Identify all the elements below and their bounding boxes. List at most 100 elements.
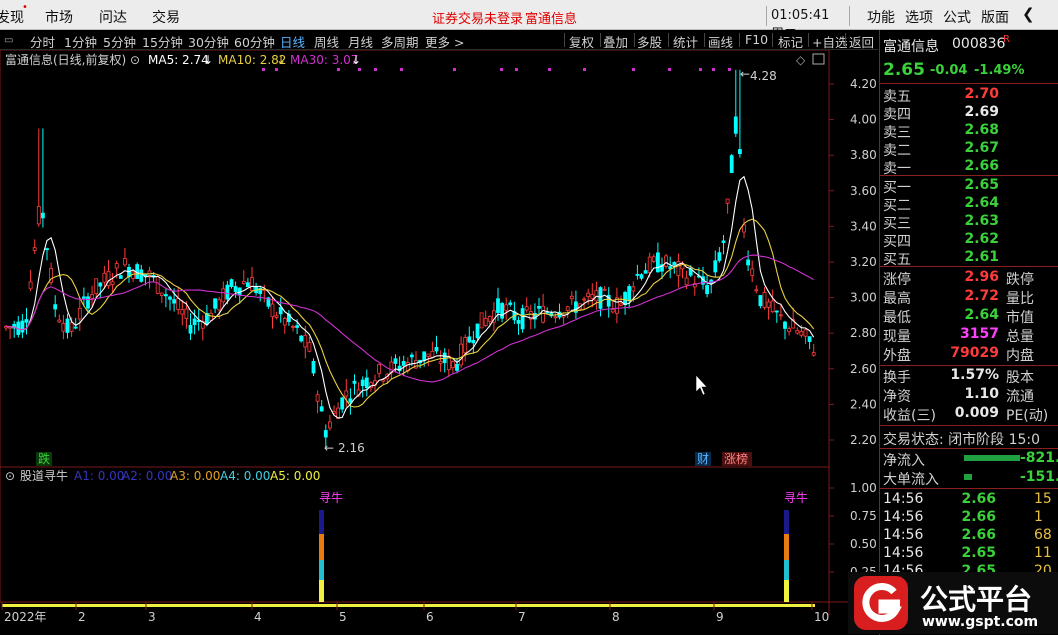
kline-chart[interactable]: 富通信息(日线,前复权) ⊙ MA5: 2.74 ↓ MA10: 2.82 ↓ … (0, 50, 878, 635)
menu-market[interactable]: 市场 (45, 7, 73, 27)
menu-wenda[interactable]: 问达 (99, 7, 127, 27)
menu-formula[interactable]: 公式 (943, 7, 971, 27)
min-arrow-icon: ← (324, 441, 334, 455)
tab-multi-period[interactable]: 多周期 (381, 32, 419, 51)
candle-body (217, 299, 222, 311)
candle-body (627, 286, 632, 302)
signal-dot (453, 68, 456, 71)
indicator-a5: A5: 0.00 (270, 469, 320, 483)
candle-body (455, 363, 459, 371)
ma30-label: MA30: 3.07 (290, 53, 358, 67)
candle-body (541, 305, 545, 323)
tab-15min[interactable]: 15分钟 (142, 32, 183, 51)
tick-price: 2.66 (961, 527, 996, 543)
candle-body (225, 284, 230, 300)
tool-mark[interactable]: 标记 (778, 32, 803, 51)
row-value: 3157 (960, 326, 999, 342)
tab-daily[interactable]: 日线 (280, 32, 305, 51)
candle-body (750, 268, 755, 276)
candle-body (656, 252, 660, 273)
row-label-2: 总量 (1006, 329, 1034, 345)
menu-function[interactable]: 功能 (867, 7, 895, 27)
menu-layout[interactable]: 版面 (981, 7, 1009, 27)
tick-price: 2.66 (961, 491, 996, 507)
tag-die[interactable]: 跌 (38, 451, 50, 466)
bid-row[interactable]: 买五 2.61 (880, 249, 1058, 268)
tag-cai[interactable]: 财 (697, 452, 709, 466)
ask-row[interactable]: 卖一 2.66 (880, 158, 1058, 177)
tab-weekly[interactable]: 周线 (314, 32, 339, 51)
tick-volume: 11 (1034, 545, 1052, 561)
divider (845, 33, 846, 47)
x-tick-label: 8 (612, 610, 620, 624)
tab-60min[interactable]: 60分钟 (234, 32, 275, 51)
candle-body (569, 295, 574, 300)
tick-time: 14:56 (883, 545, 924, 561)
tab-fenshi[interactable]: 分时 (30, 32, 55, 51)
row-value: 79029 (950, 345, 999, 361)
ask-row[interactable]: 卖五 2.70 (880, 86, 1058, 105)
tick-price: 2.65 (961, 545, 996, 561)
tool-f10[interactable]: F10 (745, 32, 768, 47)
candle-body (643, 270, 648, 274)
bid-row[interactable]: 买三 2.63 (880, 213, 1058, 232)
stock-notice[interactable]: 富通信息 (525, 8, 577, 27)
bid-row[interactable]: 买一 2.65 (880, 177, 1058, 196)
quote-row: 净资 1.10 流通 (880, 386, 1058, 405)
top-menu-bar: 发现 • 市场 问达 交易 证券交易未登录 富通信息 01:05:41 周二 功… (0, 0, 1058, 42)
row-label: 外盘 (883, 348, 911, 364)
bid-row[interactable]: 买四 2.62 (880, 231, 1058, 250)
menu-options[interactable]: 选项 (905, 7, 933, 27)
tool-back[interactable]: 返回 (849, 32, 874, 51)
indicator-baseline (2, 604, 815, 607)
tab-monthly[interactable]: 月线 (348, 32, 373, 51)
tool-draw[interactable]: 画线 (708, 32, 733, 51)
tool-multistock[interactable]: 多股 (637, 32, 662, 51)
tool-add-watchlist[interactable]: +自选 (812, 32, 847, 51)
ask-row[interactable]: 卖四 2.69 (880, 104, 1058, 123)
row-label: 最高 (883, 291, 911, 307)
tick-price: 2.66 (961, 509, 996, 525)
candle-body (348, 398, 353, 403)
tool-stats[interactable]: 统计 (673, 32, 698, 51)
x-tick-label: 10 (814, 610, 829, 624)
candle-body (57, 319, 62, 323)
back-arrow-icon[interactable]: ❮ (1022, 5, 1035, 23)
candle-body (647, 256, 652, 273)
candle-body (245, 282, 250, 288)
ask-row[interactable]: 卖二 2.67 (880, 140, 1058, 159)
collapse-icon[interactable]: ▭ (4, 35, 13, 46)
tick-time: 14:56 (883, 491, 924, 507)
x-tick-label: 2022年 (4, 610, 47, 624)
x-tick-label: 9 (716, 610, 724, 624)
candle-body (270, 303, 275, 318)
candle-body (250, 277, 254, 291)
candle-body (610, 309, 615, 313)
menu-discover[interactable]: 发现 (0, 7, 24, 27)
gspt-logo-icon (854, 576, 908, 630)
candle-body (803, 329, 808, 337)
signal-dot (358, 68, 361, 71)
tab-5min[interactable]: 5分钟 (103, 32, 136, 51)
candle-body (241, 281, 246, 284)
candle-body (340, 397, 345, 410)
ind-tick-label: 0.75 (850, 509, 877, 523)
ma-toggle-icon[interactable]: ⊙ (130, 53, 140, 67)
tab-1min[interactable]: 1分钟 (64, 32, 97, 51)
tool-overlay[interactable]: 叠加 (603, 32, 628, 51)
indicator-toggle-icon[interactable]: ⊙ (5, 469, 15, 483)
bid-row[interactable]: 买二 2.64 (880, 195, 1058, 214)
signal-dot (699, 68, 702, 71)
tab-more[interactable]: 更多 > (425, 32, 464, 51)
ask-row[interactable]: 卖三 2.68 (880, 122, 1058, 141)
candle-body (163, 294, 168, 297)
tab-30min[interactable]: 30分钟 (188, 32, 229, 51)
tag-zhangbang[interactable]: 涨榜 (724, 451, 748, 466)
diamond-icon[interactable]: ◇ (796, 53, 806, 67)
tool-fuquan[interactable]: 复权 (569, 32, 594, 51)
menu-trade[interactable]: 交易 (152, 7, 180, 27)
tick-time: 14:56 (883, 527, 924, 543)
candle-body (24, 319, 29, 323)
login-notice[interactable]: 证券交易未登录 (432, 8, 523, 27)
big-inflow-bar (964, 474, 972, 480)
